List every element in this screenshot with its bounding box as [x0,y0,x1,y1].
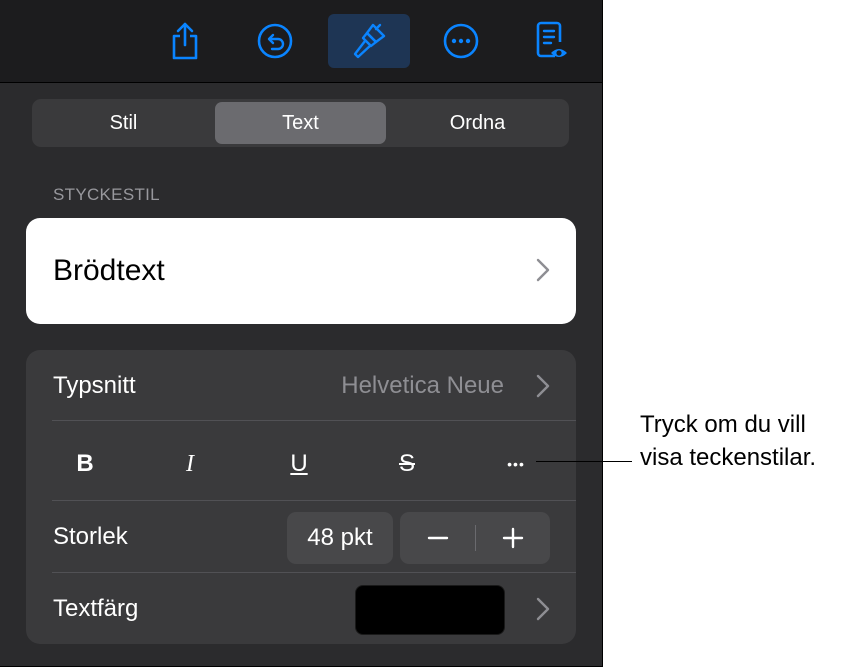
chevron-right-icon [536,258,550,282]
text-color-label: Textfärg [53,595,139,622]
format-panel: Stil Text Ordna STYCKESTIL Brödtext Typs… [0,0,603,667]
share-icon [172,22,198,60]
callout-line-1: Tryck om du vill [640,411,806,438]
text-color-swatch[interactable] [355,585,505,635]
undo-button[interactable] [234,14,316,68]
more-button[interactable] [420,14,502,68]
tab-ordna[interactable]: Ordna [390,102,565,144]
font-label: Typsnitt [53,372,136,399]
font-row[interactable]: Typsnitt Helvetica Neue [26,350,576,420]
more-icon [443,23,479,59]
more-text-styles-button[interactable]: ••• [496,452,536,476]
tab-stil[interactable]: Stil [36,102,211,144]
plus-icon [502,527,523,549]
undo-icon [257,23,293,59]
minus-icon [427,536,448,540]
callout-line [536,461,632,462]
font-value: Helvetica Neue [341,372,504,399]
font-size-field[interactable]: 48 pkt [287,512,393,564]
section-label-styckestil: STYCKESTIL [53,185,160,204]
decrease-size-button[interactable] [400,512,475,564]
italic-button[interactable]: I [170,452,210,476]
paragraph-style-value: Brödtext [53,254,165,287]
format-button[interactable] [328,14,410,68]
reading-view-button[interactable] [510,14,592,68]
bold-button[interactable]: B [65,452,105,476]
size-stepper [400,512,550,564]
callout-line-2: visa teckenstilar. [640,444,817,471]
strikethrough-button[interactable]: S [387,452,427,476]
format-paintbrush-icon [353,23,386,59]
callout-text: Tryck om du vill visa teckenstilar. [640,408,816,474]
tab-segmented-control: Stil Text Ordna [32,99,569,147]
paragraph-style-row[interactable]: Brödtext [26,218,576,324]
size-label: Storlek [53,523,128,550]
underline-button[interactable]: U [279,452,319,476]
toolbar [0,0,602,83]
chevron-right-icon [536,597,550,621]
chevron-right-icon [536,374,550,398]
increase-size-button[interactable] [475,512,550,564]
divider [52,420,576,421]
share-button[interactable] [144,14,226,68]
tab-text[interactable]: Text [215,102,386,144]
reading-view-icon [536,21,567,58]
